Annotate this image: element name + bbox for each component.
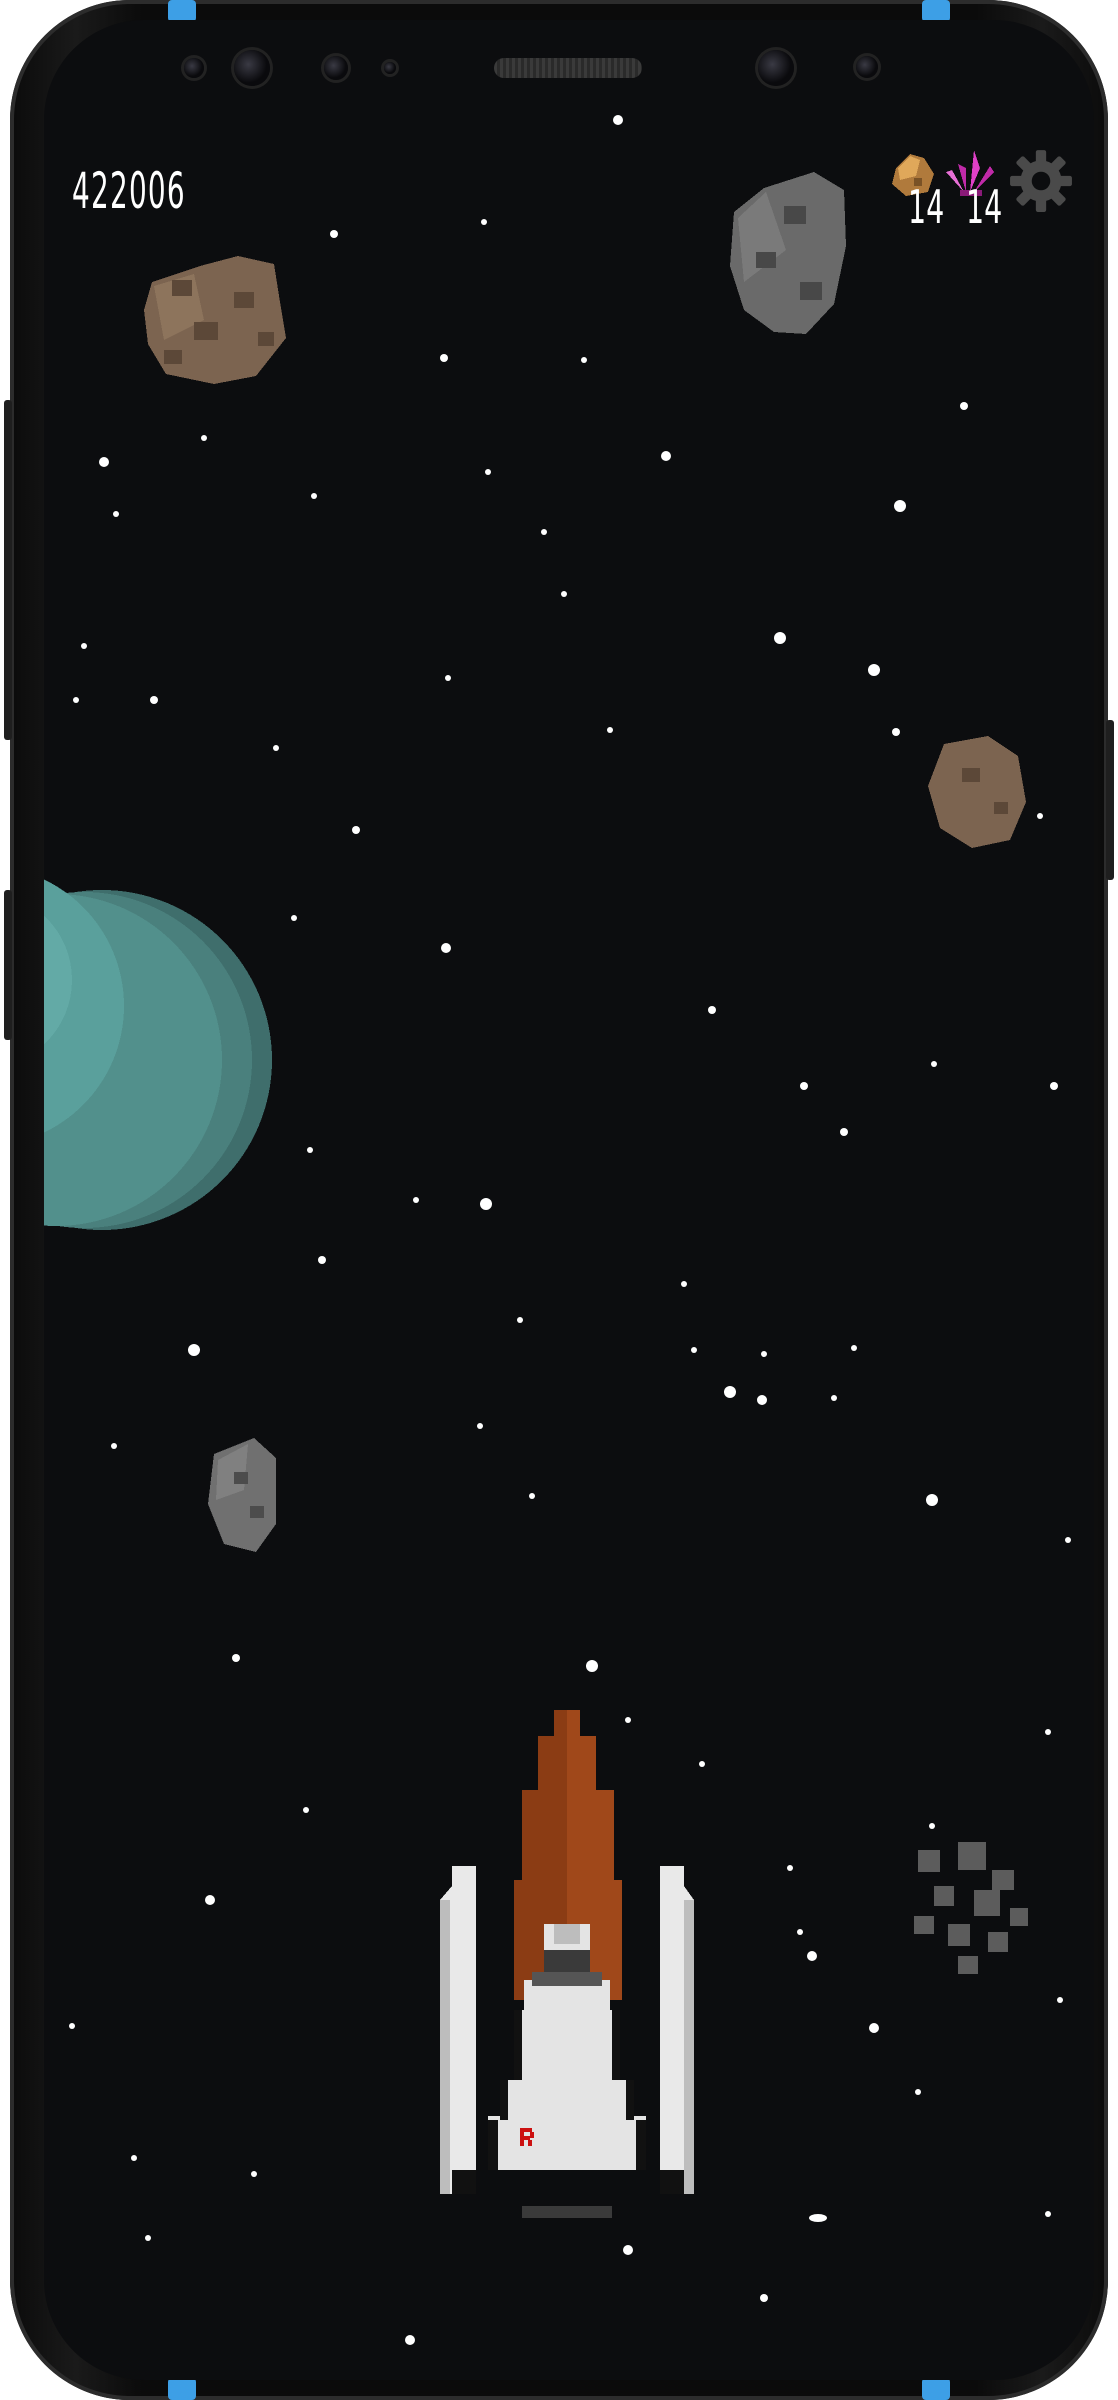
bixby-button [4, 890, 12, 1040]
volume-button [4, 400, 12, 740]
iris-led-icon [856, 56, 878, 78]
phone-accent-top-right [922, 0, 950, 22]
iris-scanner-icon [234, 50, 270, 86]
phone-accent-top-left [168, 0, 196, 22]
power-button [1106, 720, 1114, 880]
score-counter: 422006 [72, 162, 186, 220]
gear-icon[interactable] [1008, 148, 1074, 214]
led-indicator-icon [384, 62, 396, 74]
crystal-count: 14 [966, 180, 1003, 234]
asteroid-brown-large [144, 256, 286, 384]
proximity-sensor-icon [184, 58, 204, 78]
ore-count: 14 [908, 180, 945, 234]
earpiece-speaker [494, 58, 642, 78]
light-sensor-icon [324, 56, 348, 80]
phone-accent-bottom-left [168, 2378, 196, 2400]
front-camera-icon [758, 50, 794, 86]
planet [44, 879, 272, 1230]
asteroid-brown-small [928, 736, 1026, 848]
game-screen[interactable]: 422006 14 14 [44, 20, 1094, 2380]
asteroid-gray-large [730, 172, 846, 334]
asteroid-gray-small [208, 1438, 276, 1552]
phone-frame: 422006 14 14 [4, 0, 1114, 2400]
space-scene [44, 115, 1071, 2345]
space-shuttle [440, 1710, 694, 2218]
phone-accent-bottom-right [922, 2378, 950, 2400]
asteroid-debris [914, 1842, 1028, 1974]
sensor-bar [44, 20, 1094, 120]
